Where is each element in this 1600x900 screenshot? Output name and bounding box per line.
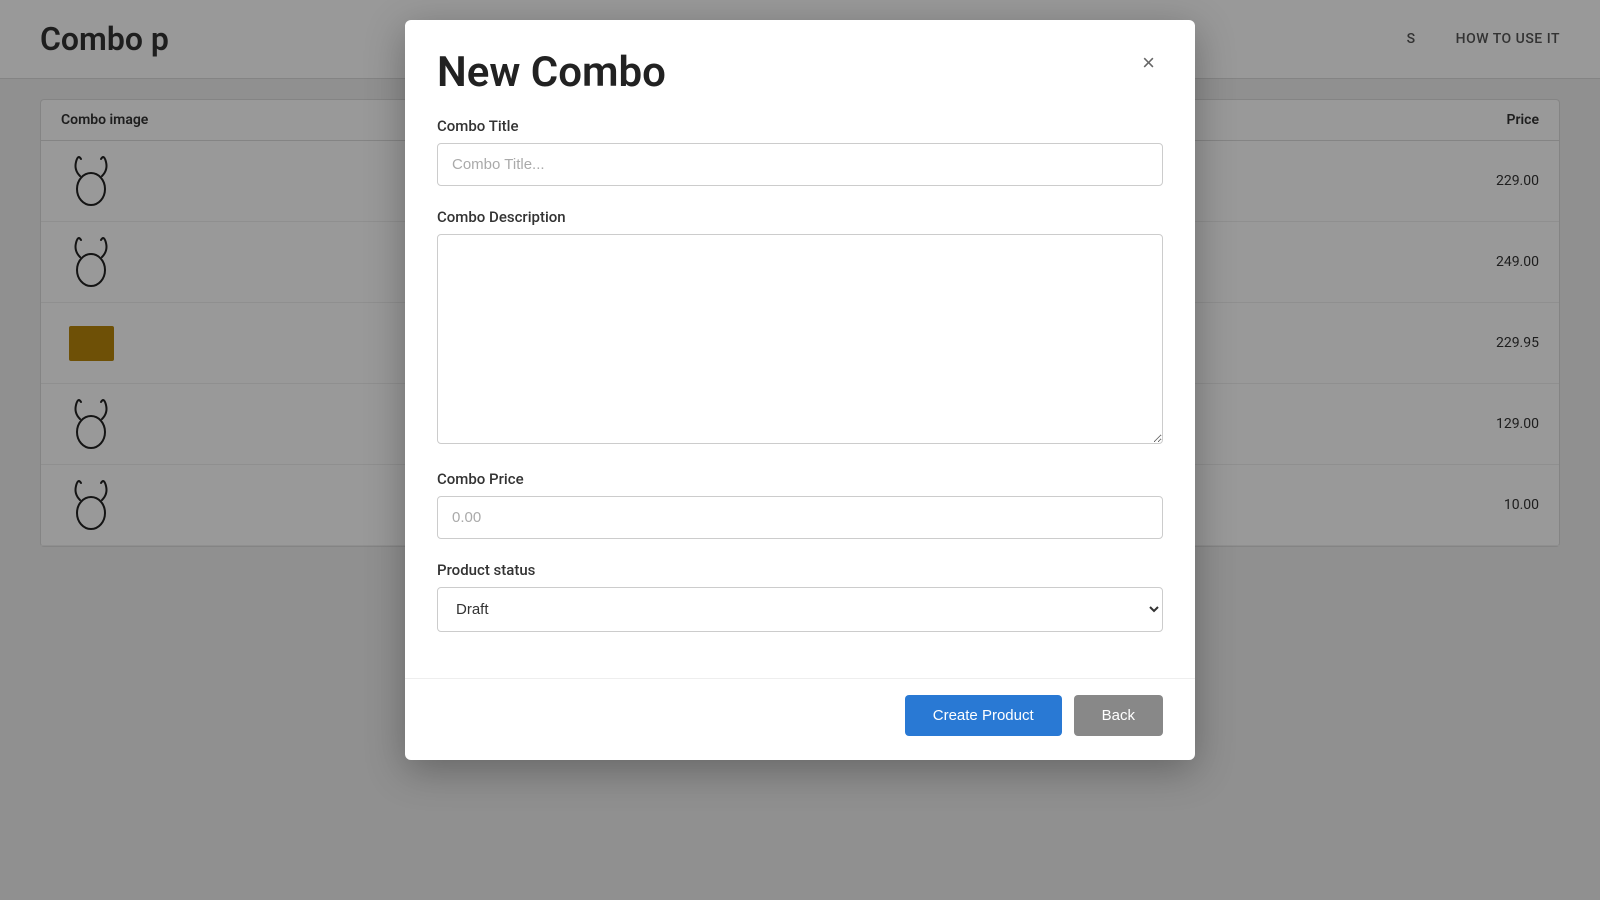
modal-footer: Create Product Back bbox=[405, 678, 1195, 760]
new-combo-modal: New Combo × Combo Title Combo Descriptio… bbox=[405, 20, 1195, 760]
combo-title-input[interactable] bbox=[437, 143, 1163, 186]
modal-overlay: New Combo × Combo Title Combo Descriptio… bbox=[0, 0, 1600, 900]
modal-title: New Combo bbox=[437, 48, 666, 97]
combo-price-label: Combo Price bbox=[437, 470, 1163, 488]
modal-body: Combo Title Combo Description Combo Pric… bbox=[405, 107, 1195, 678]
combo-price-input[interactable] bbox=[437, 496, 1163, 539]
product-status-group: Product status Draft Active Archived bbox=[437, 561, 1163, 632]
product-status-select[interactable]: Draft Active Archived bbox=[437, 587, 1163, 632]
product-status-label: Product status bbox=[437, 561, 1163, 579]
combo-title-group: Combo Title bbox=[437, 117, 1163, 186]
create-product-button[interactable]: Create Product bbox=[905, 695, 1062, 736]
combo-price-group: Combo Price bbox=[437, 470, 1163, 539]
close-button[interactable]: × bbox=[1134, 48, 1163, 78]
modal-header: New Combo × bbox=[405, 20, 1195, 107]
combo-title-label: Combo Title bbox=[437, 117, 1163, 135]
back-button[interactable]: Back bbox=[1074, 695, 1163, 736]
combo-description-textarea[interactable] bbox=[437, 234, 1163, 444]
combo-description-group: Combo Description bbox=[437, 208, 1163, 448]
combo-description-label: Combo Description bbox=[437, 208, 1163, 226]
